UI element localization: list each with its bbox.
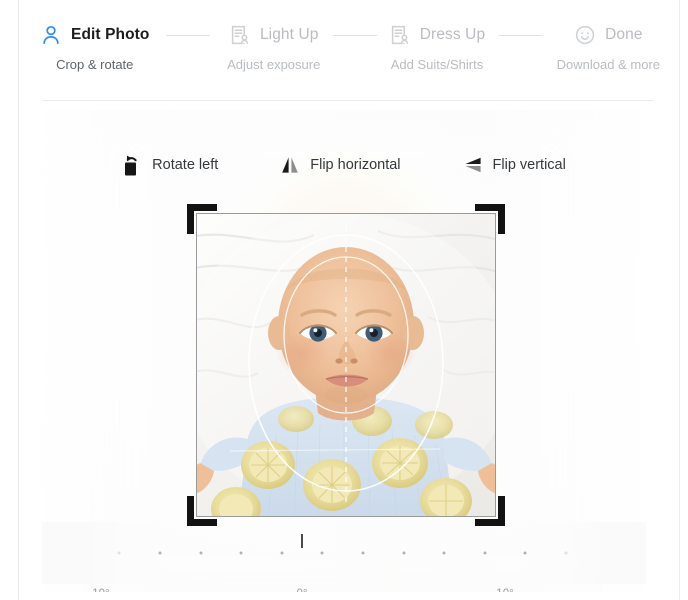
step-title: Light Up [259,26,319,43]
tool-label: Rotate left [152,157,219,173]
rotation-label: 10° [496,588,513,592]
rotation-tick-minor [158,551,162,555]
tool-label: Flip vertical [492,157,566,173]
step-dress-up[interactable]: Dress Up Add Suits/Shirts [389,22,485,72]
step-edit-photo[interactable]: Edit Photo Crop & rotate [40,22,150,72]
crop-canvas[interactable] [187,204,505,526]
step-subtitle: Crop & rotate [56,57,134,72]
rotation-tick-minor [320,551,324,555]
rotate-left-icon [122,154,142,176]
flip-horizontal-button[interactable]: Flip horizontal [280,154,401,176]
editor-stage: Rotate left Flip horizontal Flip vertica… [42,110,646,592]
step-title: Edit Photo [71,26,150,43]
flip-vertical-button[interactable]: Flip vertical [463,154,566,176]
rotation-tick-minor [523,551,527,555]
step-light-up[interactable]: Light Up Adjust exposure [227,22,320,72]
step-progress-bar: Edit Photo Crop & rotate Light Up Adjust… [40,22,660,90]
document-person-icon [229,24,251,46]
rotation-tick-minor [117,551,121,555]
rotation-tick-minor [239,551,243,555]
rotation-tick-minor [605,551,608,555]
step-done[interactable]: Done Download & more [557,22,660,72]
step-connector [498,35,543,36]
rotation-slider[interactable]: -30°-20°-10°0°10°20°30° [42,522,646,592]
rotation-tick-minor [77,551,81,555]
document-person-icon [389,24,411,46]
rotation-handle[interactable] [301,534,303,548]
step-title: Dress Up [419,26,486,43]
smiley-icon [574,24,596,46]
rotation-tick-minor [483,551,487,555]
rotation-track[interactable]: -30°-20°-10°0°10°20°30° [42,534,646,592]
rotation-tick-minor [199,551,202,555]
step-subtitle: Adjust exposure [227,57,321,72]
page-right-divider [679,0,680,600]
step-connector [166,35,211,36]
person-icon [40,24,62,46]
subject-photo [196,213,496,517]
rotation-tick-minor [442,551,446,555]
tool-label: Flip horizontal [310,157,401,173]
rotation-tick-minor [280,551,284,555]
header-divider [42,100,654,101]
step-subtitle: Download & more [556,57,660,72]
rotation-tick-minor [361,551,365,555]
rotation-label: -10° [88,588,109,592]
crop-handle-top-right[interactable] [475,204,505,234]
page-left-divider [18,0,19,600]
step-title: Done [605,26,643,43]
rotation-tick-minor [402,551,405,555]
crop-handle-top-left[interactable] [187,204,217,234]
flip-horizontal-icon [280,154,300,176]
edit-toolbar: Rotate left Flip horizontal Flip vertica… [42,154,646,176]
rotation-tick-minor [564,551,568,555]
step-subtitle: Add Suits/Shirts [390,57,484,72]
photo-editor-app: Edit Photo Crop & rotate Light Up Adjust… [0,0,688,600]
rotate-left-button[interactable]: Rotate left [122,154,218,176]
step-connector [332,35,377,36]
rotation-label: 0° [297,588,308,592]
flip-vertical-icon [463,154,483,176]
